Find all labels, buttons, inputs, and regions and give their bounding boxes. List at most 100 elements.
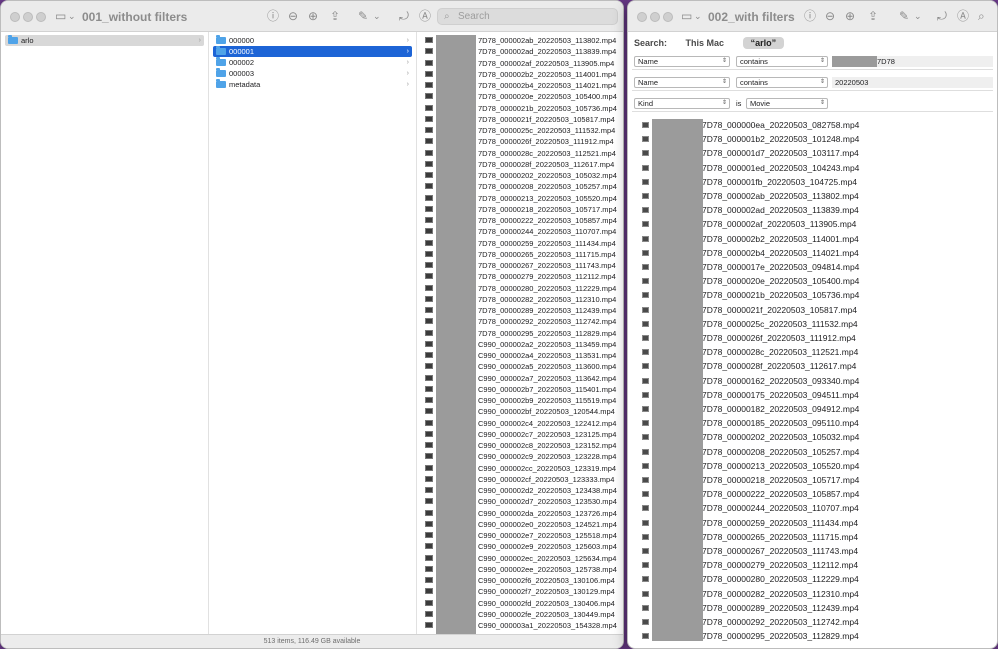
attribute-popup[interactable]: Name ⇕ <box>634 56 730 67</box>
zoom-button[interactable] <box>36 12 46 22</box>
movie-file-icon <box>425 340 433 347</box>
column-arlo: 000000 › 000001 › 000002 › 000003 › metadata › <box>209 32 417 648</box>
highlight-icon[interactable]: Ⓐ <box>419 9 431 23</box>
kind-popup[interactable]: Movie ⇕ <box>746 98 828 109</box>
markup-icon[interactable]: ✎ <box>358 9 368 23</box>
file-name: C990_000002c9_20220503_123228.mp4 <box>478 452 617 462</box>
file-name: 7D78_000002ab_20220503_113802.mp4 <box>702 191 859 201</box>
close-button[interactable] <box>637 12 647 22</box>
criteria-row-3: Kind ⇕ is Movie ⇕ <box>632 96 993 112</box>
movie-file-icon <box>642 292 649 299</box>
chevron-down-icon[interactable]: ⌄ <box>694 9 702 23</box>
file-name: 7D78_0000021f_20220503_105817.mp4 <box>702 304 858 315</box>
movie-file-icon <box>425 487 433 493</box>
movie-file-icon <box>425 565 433 572</box>
folder-item[interactable]: 000001 › <box>213 46 412 57</box>
chevron-down-icon[interactable]: ⌄ <box>68 9 76 23</box>
file-name: 7D78_000001b2_20220503_101248.mp4 <box>702 134 860 145</box>
movie-file-icon <box>642 249 649 256</box>
zoom-out-icon[interactable]: ⊖ <box>288 9 298 23</box>
criteria-text-field[interactable]: 20220503 <box>832 77 993 88</box>
rotate-icon[interactable]: ⤾ <box>399 9 409 23</box>
column-files: 7D78_000002ab_20220503_113802.mp4 7D78_00… <box>417 32 623 648</box>
file-name: 7D78_00000162_20220503_093340.mp4 <box>702 375 860 386</box>
rotate-icon[interactable]: ⤾ <box>937 9 947 23</box>
file-name: C990_000002c7_20220503_123125.mp4 <box>478 429 617 439</box>
chevron-right-icon: › <box>406 37 409 44</box>
folder-item[interactable]: arlo › <box>5 35 204 46</box>
file-name: 7D78_000000ea_20220503_082758.mp4 <box>702 120 860 130</box>
movie-file-icon <box>642 590 649 597</box>
scope-this-mac[interactable]: This Mac <box>678 37 733 49</box>
attribute-value: Kind <box>638 99 654 108</box>
share-icon[interactable]: ⇪ <box>868 9 878 23</box>
file-name: C990_000002fd_20220503_130406.mp4 <box>478 598 615 608</box>
movie-file-icon <box>425 419 433 426</box>
movie-file-icon <box>425 37 433 43</box>
file-name: C990_000002fe_20220503_130449.mp4 <box>478 609 615 619</box>
scope-arlo[interactable]: “arlo” <box>742 37 785 49</box>
minimize-button[interactable] <box>23 12 33 22</box>
share-icon[interactable]: ⇪ <box>330 9 340 23</box>
movie-file-icon <box>642 122 649 128</box>
chevron-updown-icon: ⇕ <box>721 100 727 106</box>
movie-file-icon <box>425 138 433 145</box>
file-name: C990_000002a5_20220503_113600.mp4 <box>478 362 617 372</box>
movie-file-icon <box>425 509 433 516</box>
file-name: C990_000002da_20220503_123726.mp4 <box>478 508 617 518</box>
zoom-out-icon[interactable]: ⊖ <box>825 9 835 23</box>
folder-item[interactable]: 000002 › <box>213 57 412 68</box>
sidebar-toggle-icon[interactable]: ▭ <box>681 9 692 23</box>
folder-item[interactable]: 000003 › <box>213 68 412 79</box>
folder-item[interactable]: 000000 › <box>213 35 412 46</box>
file-name: 7D78_00000213_20220503_105520.mp4 <box>702 460 860 471</box>
file-name: C990_000002f6_20220503_130106.mp4 <box>478 576 615 585</box>
zoom-in-icon[interactable]: ⊕ <box>845 9 855 23</box>
file-name: C990_000002b9_20220503_115519.mp4 <box>478 396 617 405</box>
redaction-block <box>652 119 703 641</box>
file-name: 7D78_0000021f_20220503_105817.mp4 <box>478 114 615 124</box>
file-name: 7D78_00000295_20220503_112829.mp4 <box>702 631 859 642</box>
file-name: 7D78_00000295_20220503_112829.mp4 <box>478 328 617 338</box>
folder-item[interactable]: metadata › <box>213 79 412 90</box>
chevron-down-icon[interactable]: ⌄ <box>373 9 381 23</box>
movie-file-icon <box>642 633 649 640</box>
highlight-icon[interactable]: Ⓐ <box>957 9 969 23</box>
sidebar-toggle-icon[interactable]: ▭ <box>55 9 66 23</box>
file-name: C990_000002d7_20220503_123530.mp4 <box>478 497 617 507</box>
operator-label: is <box>736 99 742 108</box>
criteria-value: 7D78 <box>877 57 895 66</box>
file-name: C990_000002a7_20220503_113642.mp4 <box>478 373 617 383</box>
operator-popup[interactable]: contains ⇕ <box>736 56 828 67</box>
attribute-popup[interactable]: Name ⇕ <box>634 77 730 88</box>
info-icon[interactable]: ⓘ <box>804 9 816 23</box>
folder-icon <box>216 57 226 66</box>
movie-file-icon <box>425 577 433 583</box>
movie-file-icon <box>425 104 433 111</box>
toolbar: ▭ ⌄ 002_with filters ⓘ ⊖ ⊕ ⇪ ✎ ⌄ ⤾ Ⓐ ⌕ <box>628 1 997 32</box>
search-icon[interactable]: ⌕ <box>978 9 985 23</box>
attribute-popup[interactable]: Kind ⇕ <box>634 98 730 109</box>
markup-icon[interactable]: ✎ <box>899 9 909 23</box>
window-title: 001_without filters <box>82 10 188 24</box>
window-title: 002_with filters <box>708 10 795 24</box>
chevron-down-icon[interactable]: ⌄ <box>914 9 922 23</box>
movie-file-icon <box>425 385 433 392</box>
file-name: 7D78_000002b4_20220503_114021.mp4 <box>478 81 617 90</box>
close-button[interactable] <box>10 12 20 22</box>
file-name: 7D78_00000244_20220503_110707.mp4 <box>478 227 617 237</box>
minimize-button[interactable] <box>650 12 660 22</box>
file-name: 7D78_00000280_20220503_112229.mp4 <box>702 574 859 585</box>
criteria-text-field[interactable]: 7D78 <box>832 56 993 67</box>
operator-popup[interactable]: contains ⇕ <box>736 77 828 88</box>
finder-window-with-filters: ▭ ⌄ 002_with filters ⓘ ⊖ ⊕ ⇪ ✎ ⌄ ⤾ Ⓐ ⌕ S… <box>627 0 998 649</box>
file-name: 7D78_00000279_20220503_112112.mp4 <box>702 560 859 571</box>
zoom-in-icon[interactable]: ⊕ <box>308 9 318 23</box>
chevron-updown-icon: ⇕ <box>819 79 825 85</box>
file-name: 7D78_00000244_20220503_110707.mp4 <box>702 503 859 514</box>
movie-file-icon <box>642 221 649 228</box>
info-icon[interactable]: ⓘ <box>267 9 279 23</box>
zoom-button[interactable] <box>663 12 673 22</box>
movie-file-icon <box>425 475 433 482</box>
search-field[interactable]: ⌕ Search <box>437 8 618 25</box>
